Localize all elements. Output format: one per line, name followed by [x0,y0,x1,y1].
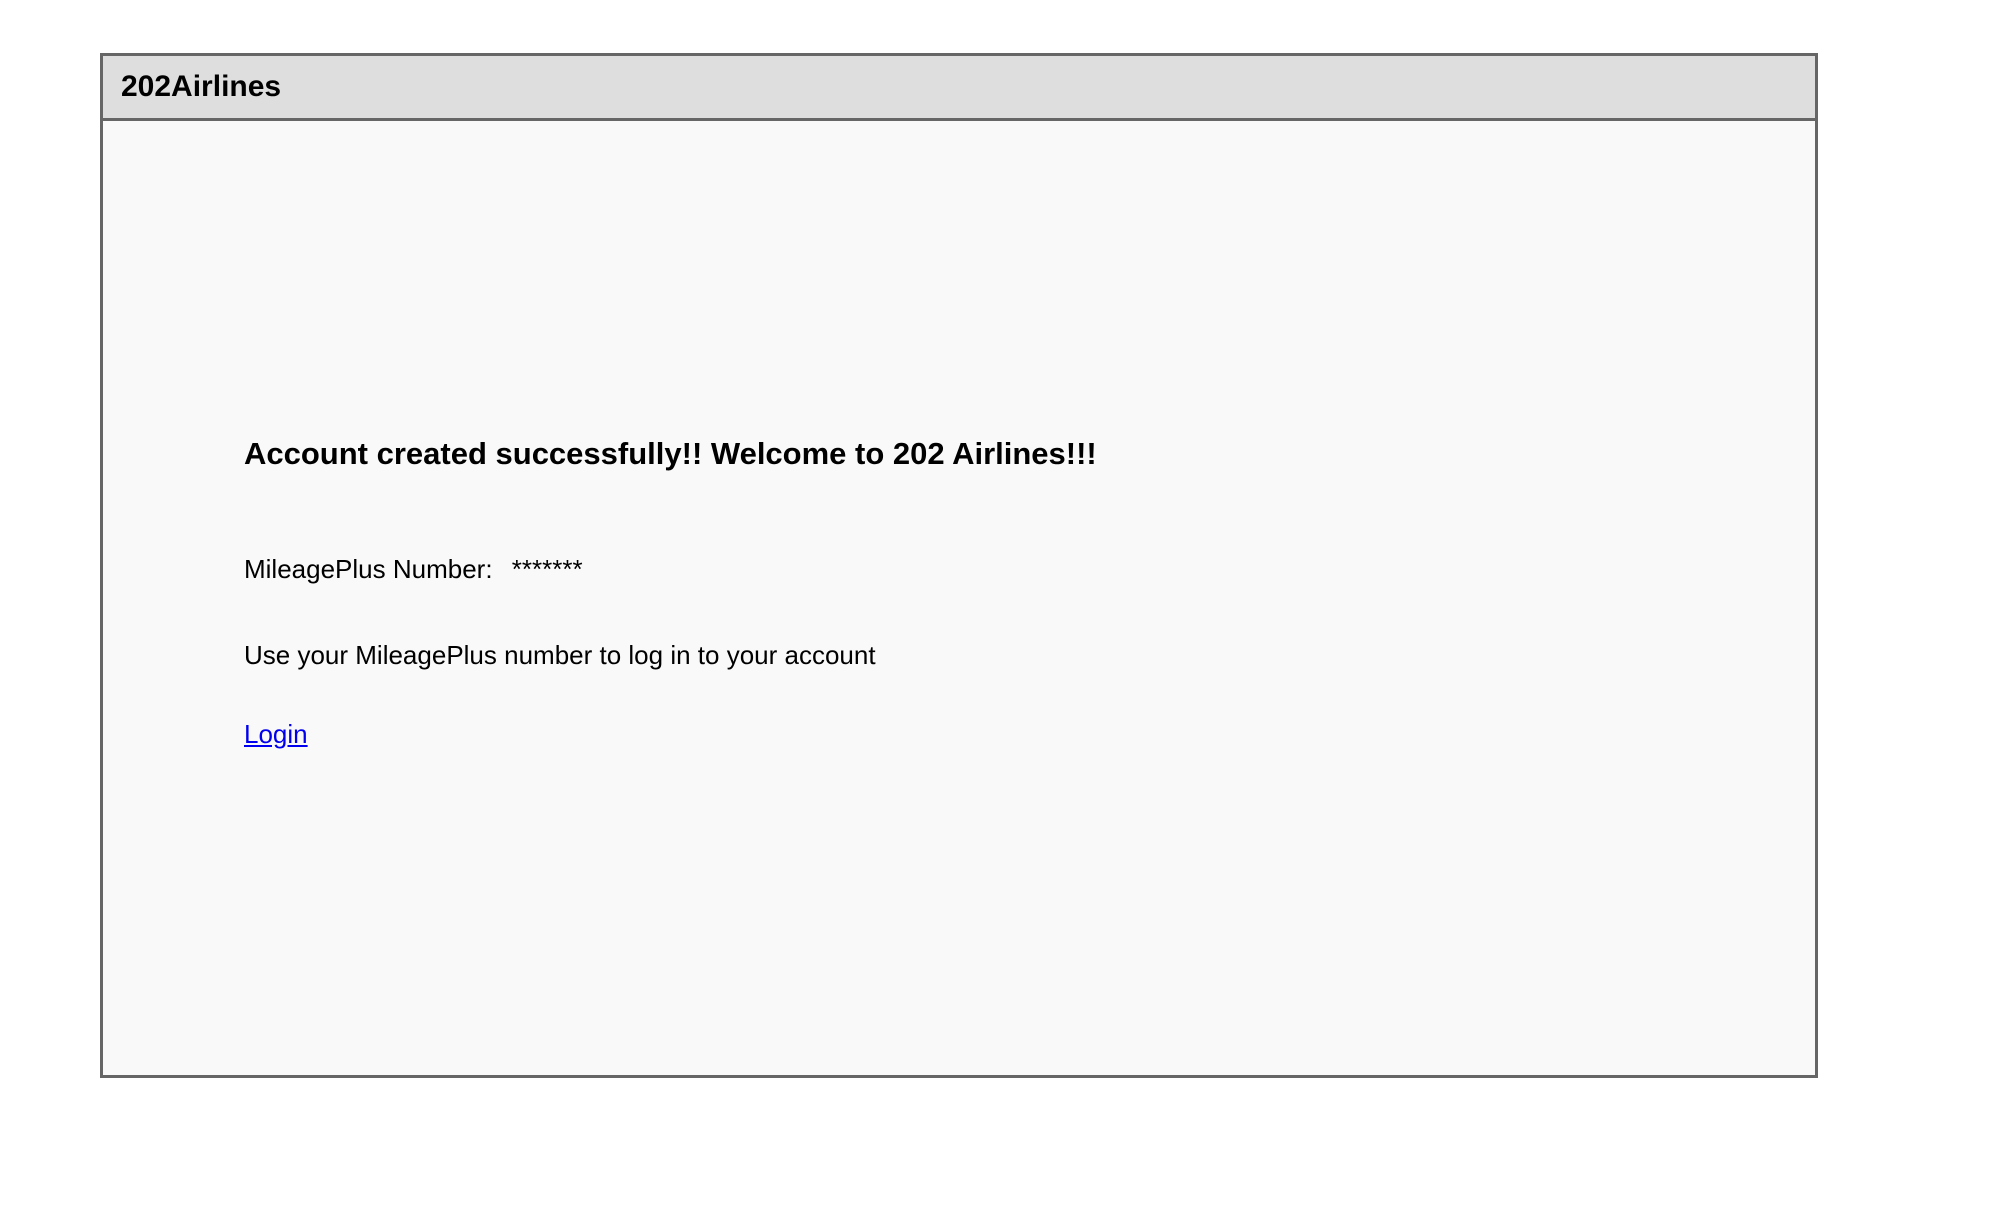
login-hint: Use your MileagePlus number to log in to… [244,640,876,670]
login-link[interactable]: Login [244,719,308,750]
app-frame: 202Airlines Account created successfully… [100,53,1818,1078]
success-headline: Account created successfully!! Welcome t… [244,436,1097,471]
brand-title: 202Airlines [121,70,282,103]
mileage-number-row: MileagePlus Number: ******* [244,554,583,585]
header-bar: 202Airlines [103,56,1815,121]
mileage-number-value: ******* [511,554,583,584]
mileage-number-label: MileagePlus Number: [244,554,493,584]
